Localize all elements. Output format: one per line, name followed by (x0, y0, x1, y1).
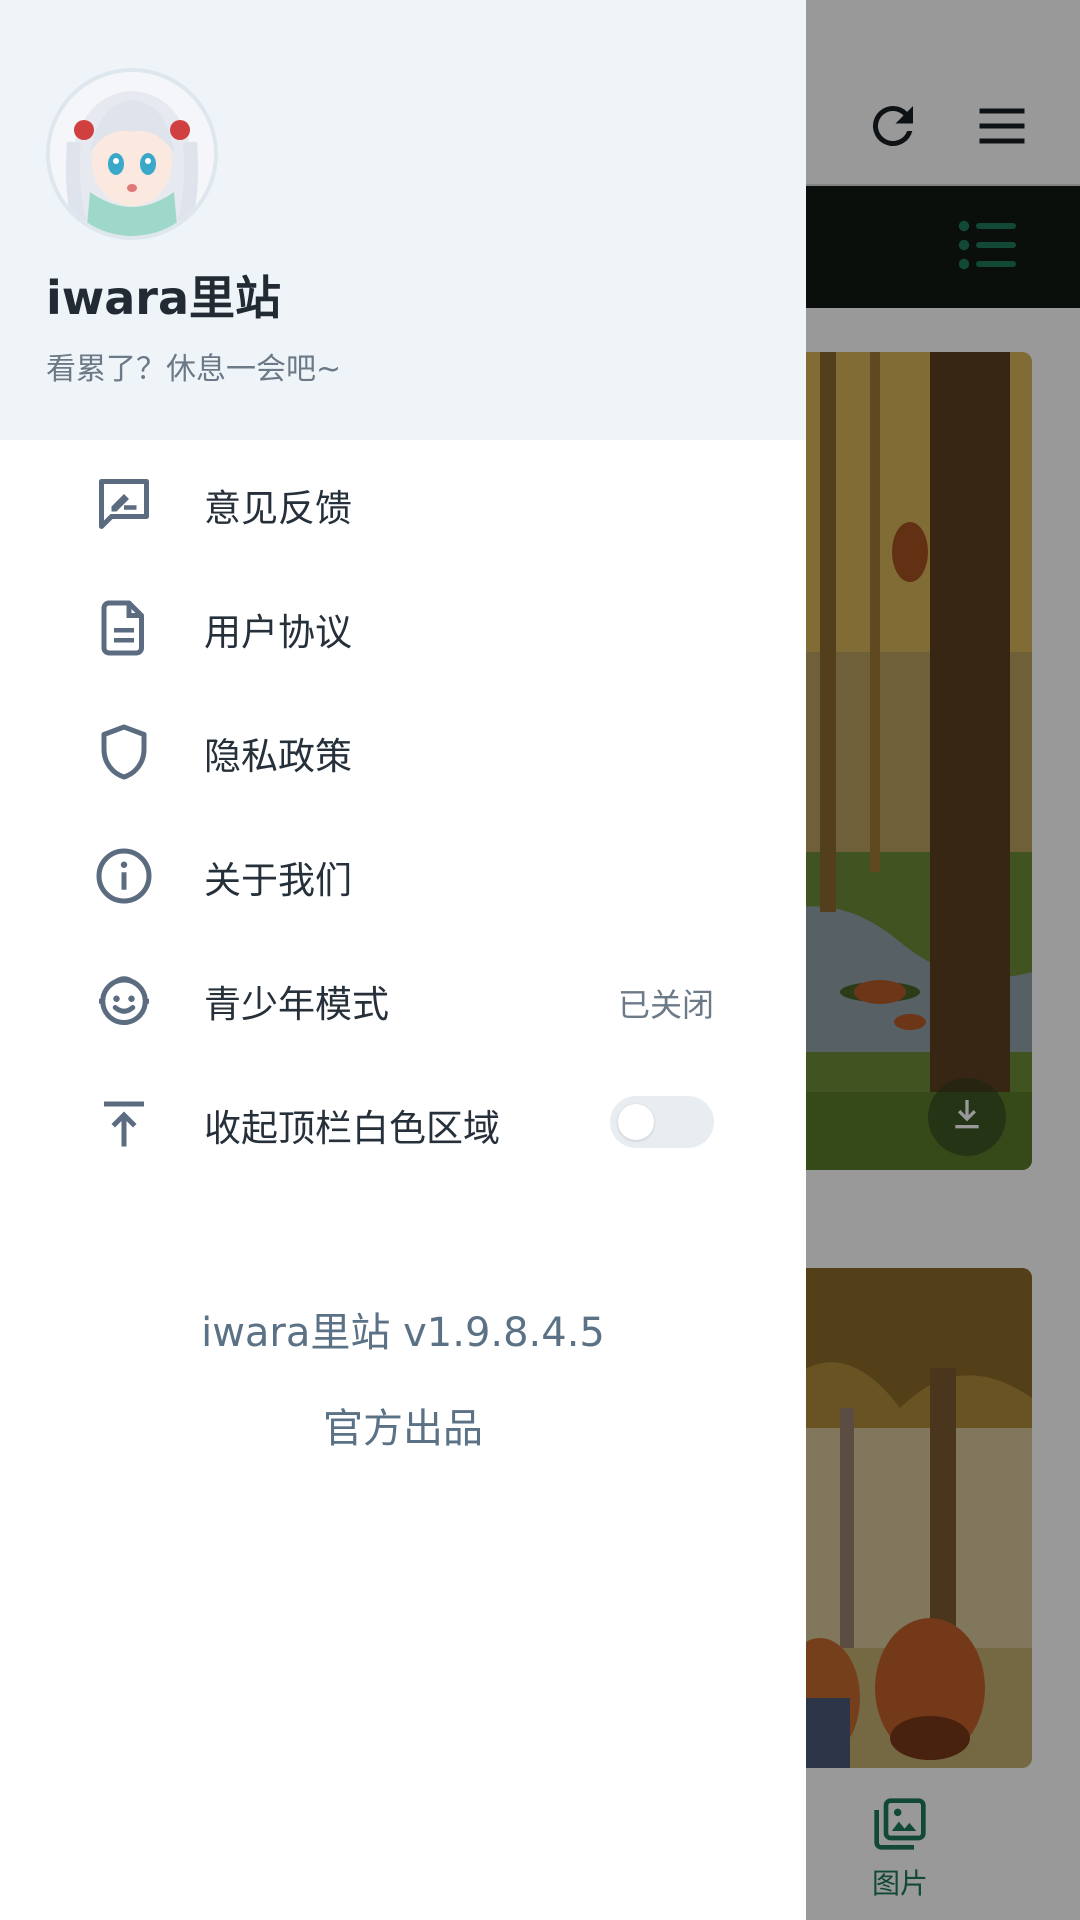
child-face-icon (99, 976, 149, 1025)
anime-girl-avatar-icon (50, 72, 214, 236)
menu-item-collapse-top-bar: 收起顶栏白色区域 (0, 1060, 806, 1184)
menu-item-teen-mode[interactable]: 青少年模式 已关闭 (0, 936, 806, 1060)
app-tagline: 看累了？休息一会吧~ (46, 352, 342, 387)
feedback-icon (99, 479, 149, 529)
menu-item-label: 意见反馈 (204, 487, 352, 530)
collapse-top-icon (104, 1101, 144, 1147)
avatar[interactable] (46, 68, 218, 240)
shield-icon (101, 724, 147, 780)
toggle-knob (618, 1104, 654, 1140)
menu-item-privacy-policy[interactable]: 隐私政策 (0, 688, 806, 812)
menu-item-label: 收起顶栏白色区域 (204, 1107, 500, 1150)
teen-mode-status: 已关闭 (617, 986, 714, 1024)
menu-item-label: 用户协议 (204, 611, 352, 654)
app-name: iwara里站 (46, 271, 282, 325)
document-icon (101, 600, 144, 656)
menu-item-label: 青少年模式 (204, 983, 389, 1026)
info-icon (96, 848, 152, 904)
drawer-header: iwara里站 看累了？休息一会吧~ (0, 0, 806, 440)
menu-item-about-us[interactable]: 关于我们 (0, 812, 806, 936)
navigation-drawer: iwara里站 看累了？休息一会吧~ 意见反馈 用户协议 隐私政策 关于我们 青… (0, 0, 806, 1920)
menu-item-user-agreement[interactable]: 用户协议 (0, 564, 806, 688)
collapse-top-bar-toggle[interactable] (610, 1096, 714, 1148)
menu-item-label: 隐私政策 (204, 735, 352, 778)
official-credit: 官方出品 (323, 1406, 483, 1452)
menu-item-label: 关于我们 (204, 859, 352, 902)
app-version: iwara里站 v1.9.8.4.5 (201, 1310, 605, 1356)
menu-item-feedback[interactable]: 意见反馈 (0, 440, 806, 564)
